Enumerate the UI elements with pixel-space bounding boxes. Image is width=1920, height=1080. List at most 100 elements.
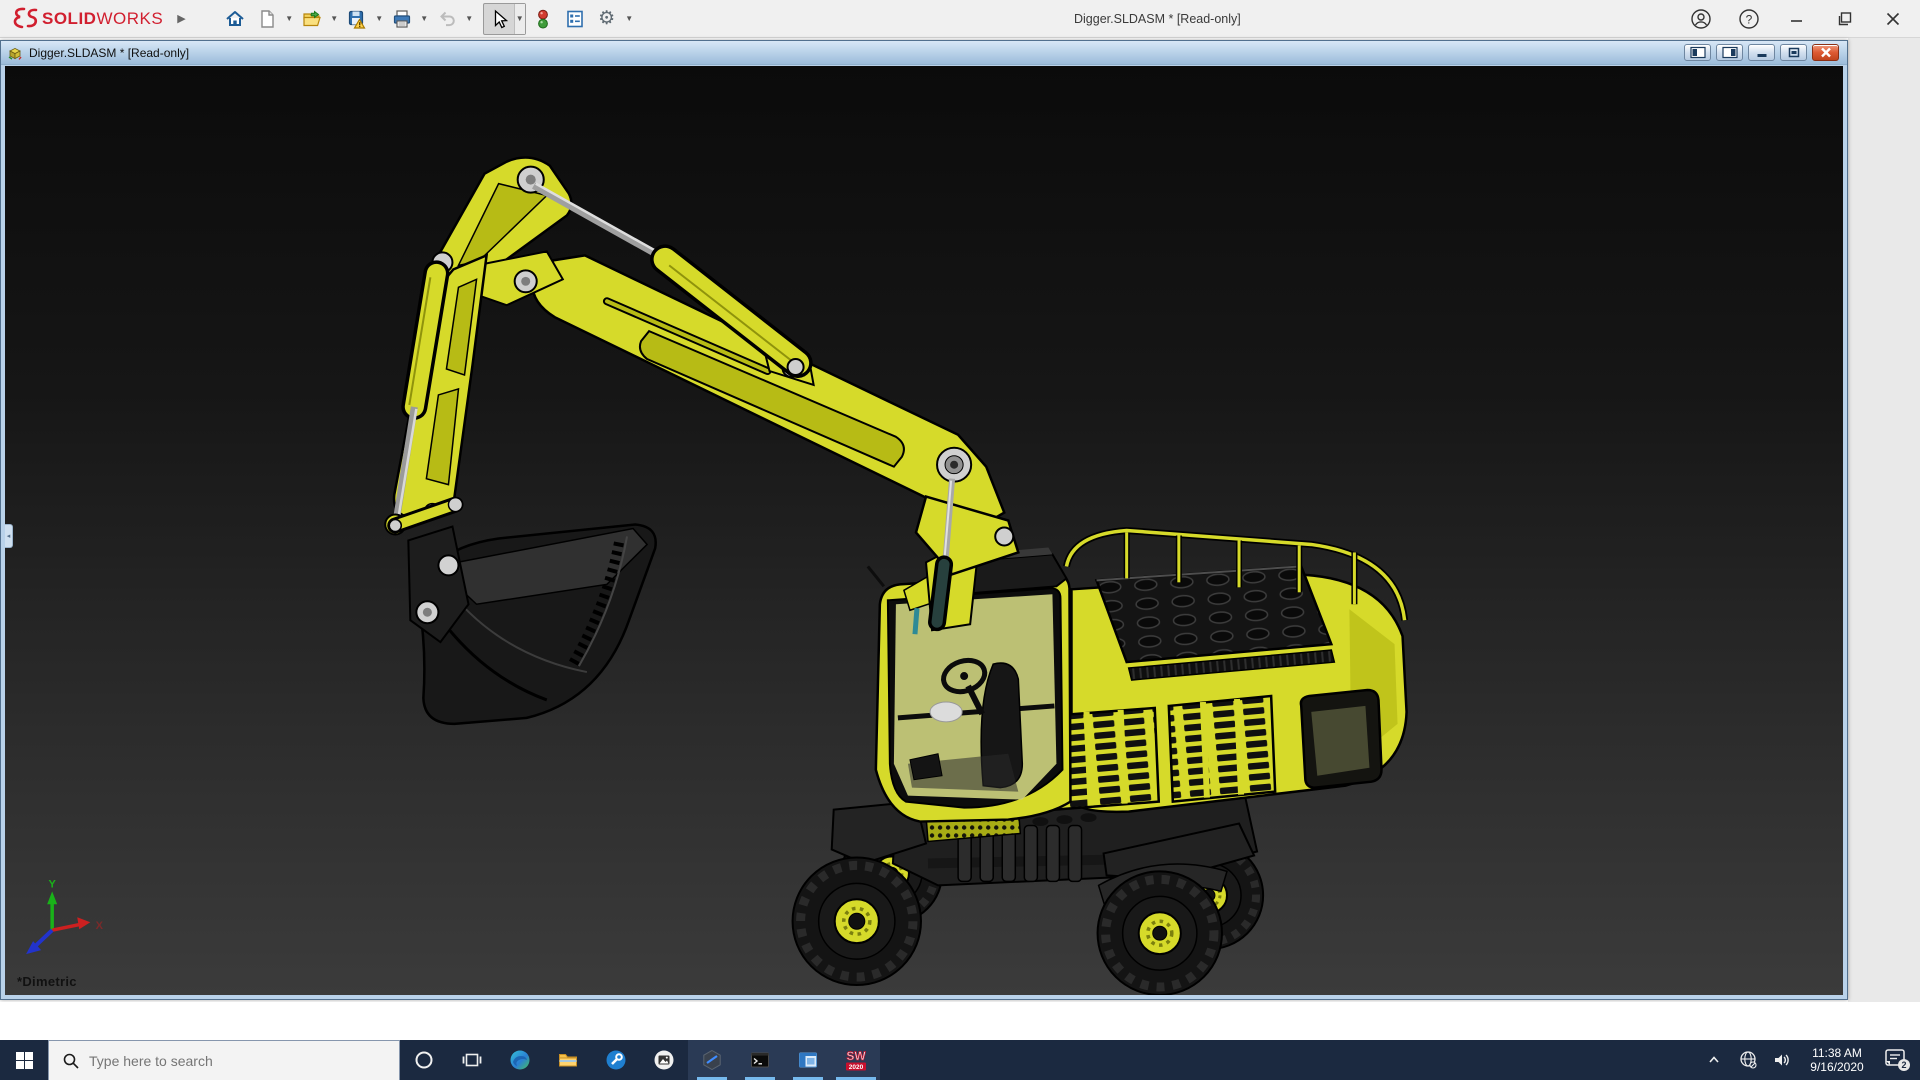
tray-chevron-button[interactable]	[1702, 1052, 1726, 1068]
home-icon	[224, 8, 246, 30]
view-orientation-label: *Dimetric	[17, 974, 77, 989]
taskbar-remote-window[interactable]	[784, 1040, 832, 1080]
home-button[interactable]	[220, 4, 250, 34]
reference-triad: Y X	[26, 878, 104, 954]
file-properties-button[interactable]	[560, 4, 590, 34]
windows-start-icon	[16, 1052, 33, 1069]
select-tool-group: ▼	[483, 3, 526, 35]
select-tool-dropdown[interactable]: ▼	[514, 4, 525, 34]
taskbar-search[interactable]	[48, 1040, 400, 1080]
excavator-3d-model[interactable]: Y X	[5, 66, 1843, 995]
taskbar-file-explorer[interactable]	[544, 1040, 592, 1080]
taskbar-settings-tool[interactable]	[592, 1040, 640, 1080]
workspace: Digger.SLDASM * [Read-only]	[0, 38, 1920, 1002]
undo-dropdown[interactable]: ▼	[464, 4, 475, 34]
doc-minimize-button[interactable]	[1748, 44, 1775, 61]
solidworks-application: SOLIDWORKS ▶ ▼	[0, 0, 1920, 1080]
brand-solid: SOLID	[42, 9, 96, 28]
print-dropdown[interactable]: ▼	[419, 4, 430, 34]
doc-close-button[interactable]	[1812, 44, 1839, 61]
bucket-linkage	[389, 498, 468, 643]
taskbar-command-prompt[interactable]	[736, 1040, 784, 1080]
tray-volume-button[interactable]	[1770, 1050, 1794, 1070]
undo-icon	[436, 8, 458, 30]
svg-text:SW: SW	[846, 1049, 866, 1063]
remote-window-icon	[797, 1049, 819, 1071]
select-tool-button[interactable]	[484, 4, 514, 34]
doc-close-icon	[1816, 46, 1836, 59]
pane-collapse-handle[interactable]: ◂	[5, 524, 13, 548]
minimize-button[interactable]	[1784, 6, 1810, 32]
options-button[interactable]: ⚙	[592, 4, 622, 34]
account-button[interactable]	[1688, 6, 1714, 32]
pane-right-button[interactable]	[1716, 44, 1743, 61]
wheel-rear-near	[1098, 871, 1222, 995]
options-gear-icon: ⚙	[598, 9, 615, 28]
help-icon: ?	[1738, 8, 1760, 30]
save-button[interactable]	[342, 4, 372, 34]
command-prompt-icon	[749, 1049, 771, 1071]
globe-network-icon	[1738, 1050, 1758, 1070]
options-dropdown[interactable]: ▼	[624, 4, 635, 34]
doc-restore-icon	[1784, 46, 1804, 59]
clock-date: 9/16/2020	[1804, 1060, 1870, 1074]
open-dropdown[interactable]: ▼	[329, 4, 340, 34]
triad-x-label: X	[96, 920, 104, 932]
hexagon-app-icon	[701, 1049, 723, 1071]
rebuild-button[interactable]	[528, 4, 558, 34]
edge-icon	[509, 1049, 531, 1071]
solidworks-logo: SOLIDWORKS	[10, 6, 163, 32]
account-icon	[1690, 8, 1712, 30]
tray-network-button[interactable]	[1736, 1050, 1760, 1070]
start-button[interactable]	[0, 1040, 48, 1080]
save-dropdown[interactable]: ▼	[374, 4, 385, 34]
task-pane-collapsed[interactable]	[1848, 38, 1920, 1002]
taskbar-solidworks-2020[interactable]: SW 2020	[832, 1040, 880, 1080]
taskbar-photos[interactable]	[640, 1040, 688, 1080]
cortana-icon	[414, 1050, 434, 1070]
clock-time: 11:38 AM	[1804, 1046, 1870, 1060]
notification-center-button[interactable]: 2	[1880, 1047, 1914, 1073]
new-document-dropdown[interactable]: ▼	[284, 4, 295, 34]
windows-taskbar: SW 2020	[0, 1040, 1920, 1080]
taskbar-edge[interactable]	[496, 1040, 544, 1080]
search-input[interactable]	[89, 1053, 369, 1069]
speaker-icon	[1772, 1050, 1792, 1070]
file-explorer-icon	[557, 1049, 579, 1071]
taskbar-clock[interactable]: 11:38 AM 9/16/2020	[1804, 1046, 1870, 1074]
restore-icon	[1835, 9, 1855, 29]
task-view-icon	[462, 1050, 482, 1070]
brand-works: WORKS	[96, 9, 163, 28]
document-titlebar[interactable]: Digger.SLDASM * [Read-only]	[1, 41, 1847, 65]
svg-text:?: ?	[1746, 12, 1753, 26]
svg-text:2: 2	[1901, 1060, 1906, 1070]
cab	[868, 542, 1071, 821]
file-properties-icon	[564, 8, 586, 30]
print-button[interactable]	[387, 4, 417, 34]
print-icon	[391, 8, 413, 30]
graphics-viewport[interactable]: Y X *Dimetric ◂	[5, 66, 1843, 995]
new-document-button[interactable]	[252, 4, 282, 34]
chevron-up-icon	[1706, 1052, 1722, 1068]
cortana-button[interactable]	[400, 1040, 448, 1080]
open-button[interactable]	[297, 4, 327, 34]
maximize-button[interactable]	[1832, 6, 1858, 32]
taskbar-composer[interactable]	[688, 1040, 736, 1080]
close-icon	[1883, 9, 1903, 29]
help-button[interactable]: ?	[1736, 6, 1762, 32]
doc-restore-button[interactable]	[1780, 44, 1807, 61]
brand-text: SOLIDWORKS	[42, 9, 163, 29]
undo-button[interactable]	[432, 4, 462, 34]
app-window-title: Digger.SLDASM * [Read-only]	[1074, 0, 1241, 38]
doc-minimize-icon	[1752, 46, 1772, 59]
task-view-button[interactable]	[448, 1040, 496, 1080]
app-window-controls: ?	[1688, 0, 1906, 38]
solidworks-2020-icon: SW 2020	[843, 1047, 869, 1073]
close-button[interactable]	[1880, 6, 1906, 32]
toolbar-flyout-arrow-icon[interactable]: ▶	[177, 12, 185, 25]
pane-right-icon	[1720, 46, 1740, 59]
solidworks-mark-icon	[10, 6, 40, 32]
pane-left-button[interactable]	[1684, 44, 1711, 61]
notification-icon: 2	[1882, 1047, 1912, 1073]
assembly-document-icon	[7, 45, 23, 61]
